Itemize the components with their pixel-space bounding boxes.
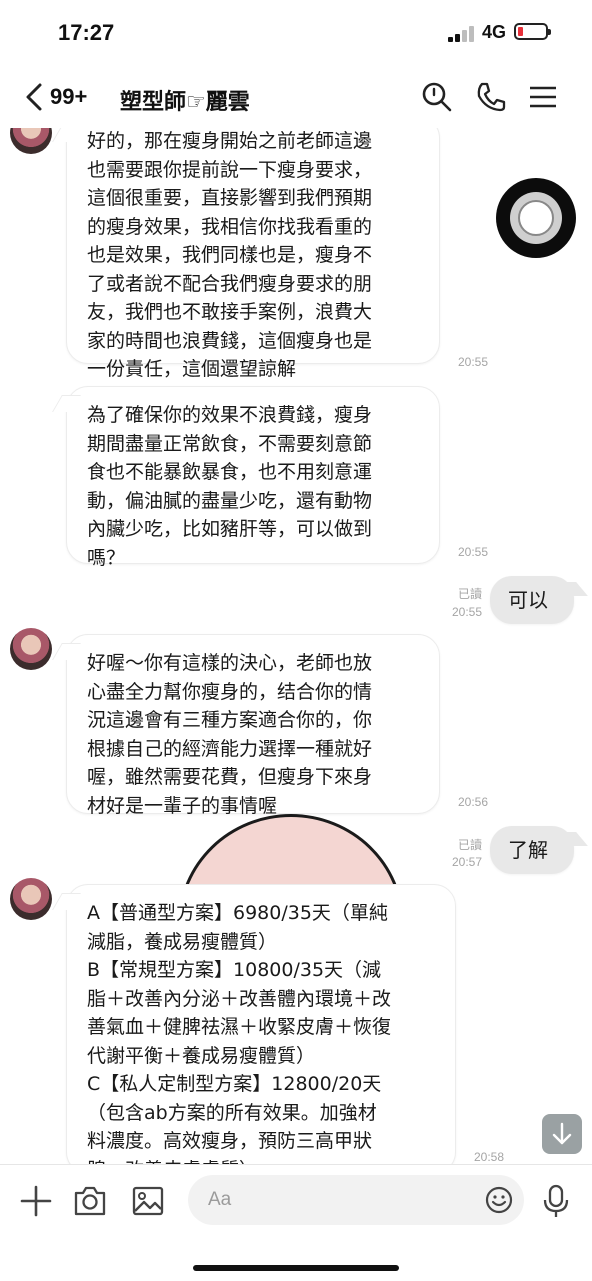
arrow-down-icon[interactable]: [542, 1114, 582, 1154]
message-time: 20:57: [451, 855, 482, 869]
back-unread-count[interactable]: 99+: [50, 84, 87, 110]
message-time: 20:56: [457, 795, 488, 809]
message-bubble[interactable]: 好的，那在瘦身開始之前老師這邊 也需要跟你提前說一下瘦身要求， 這個很重要，直接…: [66, 128, 440, 380]
plus-icon[interactable]: [18, 1183, 54, 1219]
chat-title: 塑型師☞麗雲: [120, 90, 250, 115]
avatar[interactable]: [10, 128, 52, 154]
network-label: 4G: [482, 22, 507, 42]
menu-icon[interactable]: [526, 80, 560, 114]
message-bubble[interactable]: A【普通型方案】6980/35天（單純 減脂，養成易瘦體質） B【常規型方案】1…: [66, 884, 456, 1164]
message-input[interactable]: Aa: [188, 1175, 524, 1225]
signal-icon: [448, 26, 478, 42]
my-message-bubble[interactable]: 了解: [490, 826, 574, 874]
read-status: 已讀: [457, 838, 482, 852]
avatar[interactable]: [10, 878, 52, 920]
read-status: 已讀: [457, 587, 482, 601]
my-message-bubble[interactable]: 可以: [490, 576, 574, 624]
phone-icon[interactable]: [474, 80, 508, 114]
microphone-icon[interactable]: [538, 1183, 574, 1219]
message-time: 20:55: [457, 355, 488, 369]
message-time: 20:55: [457, 545, 488, 559]
message-input-bar: Aa: [0, 1164, 592, 1281]
chat-area[interactable]: 好的，那在瘦身開始之前老師這邊 也需要跟你提前說一下瘦身要求， 這個很重要，直接…: [0, 128, 592, 1164]
chat-header: 99+ 塑型師☞麗雲: [0, 66, 592, 128]
avatar[interactable]: [10, 628, 52, 670]
message-time: 20:55: [451, 605, 482, 619]
message-bubble[interactable]: 好喔～你有這樣的決心，老師也放 心盡全力幫你瘦身的，结合你的情 況這邊會有三種方…: [66, 634, 440, 817]
ring-sticker: [496, 178, 576, 258]
message-bubble[interactable]: 為了確保你的效果不浪費錢，瘦身 期間盡量正常飲食，不需要刻意節 食也不能暴飲暴食…: [66, 386, 440, 569]
search-icon[interactable]: [420, 80, 454, 114]
status-time: 17:27: [58, 20, 115, 45]
camera-icon[interactable]: [72, 1183, 108, 1219]
message-time: 20:58: [473, 1150, 504, 1164]
image-icon[interactable]: [130, 1183, 166, 1219]
message-input-placeholder: Aa: [208, 1189, 232, 1210]
battery-icon: [514, 23, 551, 40]
home-indicator: [193, 1265, 399, 1271]
emoji-icon[interactable]: [485, 1186, 513, 1214]
status-bar: 17:27 4G: [0, 0, 592, 66]
